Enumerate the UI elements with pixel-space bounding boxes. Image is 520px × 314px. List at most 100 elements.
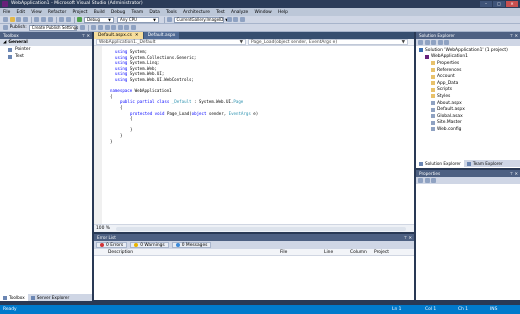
toolbox-icon[interactable] <box>239 17 245 22</box>
open-file-icon[interactable] <box>9 17 15 22</box>
outdent-icon[interactable] <box>111 25 117 30</box>
code-line[interactable]: namespace WebApplication1 <box>110 88 172 93</box>
code-line[interactable]: using System.Collections.Generic; <box>115 55 196 60</box>
save-icon[interactable] <box>16 17 22 22</box>
toolbox-item-text[interactable]: Text <box>0 53 92 60</box>
pin-icon[interactable]: ⊤ ✕ <box>510 171 519 176</box>
menu-test[interactable]: Test <box>216 10 225 15</box>
tree-item[interactable]: WebApplication1 <box>416 54 520 61</box>
toolbox-item-pointer[interactable]: Pointer <box>0 46 92 53</box>
undo-icon[interactable] <box>59 17 65 22</box>
config-dropdown[interactable]: Debug ▼ <box>83 16 114 23</box>
code-line[interactable]: using System.Web.UI.WebControls; <box>115 77 194 82</box>
indent-icon[interactable] <box>104 25 110 30</box>
paste-icon[interactable] <box>47 17 53 22</box>
pin-icon[interactable]: ⊤ ✕ <box>82 33 91 38</box>
column-column[interactable]: Column <box>350 250 367 255</box>
errors-filter-button[interactable]: 0 Errors <box>96 242 128 248</box>
close-icon[interactable]: ✕ <box>506 1 518 7</box>
code-line[interactable]: using System.Web; <box>115 66 157 71</box>
show-all-files-icon[interactable] <box>424 40 430 45</box>
code-line[interactable]: using System.Linq; <box>115 60 159 65</box>
publish-web-icon[interactable] <box>79 25 85 30</box>
tab-solution-explorer[interactable]: Solution Explorer <box>416 160 464 167</box>
maximize-icon[interactable]: □ <box>493 1 505 7</box>
pin-icon[interactable]: ⊤ ✕ <box>510 33 519 38</box>
menu-window[interactable]: Window <box>254 10 271 15</box>
menu-help[interactable]: Help <box>278 10 288 15</box>
minimize-icon[interactable]: – <box>480 1 492 7</box>
tree-item[interactable]: Styles <box>416 93 520 100</box>
bookmark-icon[interactable] <box>117 25 123 30</box>
column-file[interactable]: File <box>280 250 287 255</box>
code-line[interactable]: } <box>110 139 112 144</box>
tree-item[interactable]: App_Data <box>416 80 520 87</box>
code-line[interactable]: using System; <box>115 49 147 54</box>
view-code-icon[interactable] <box>437 40 443 45</box>
code-line[interactable]: using System.Web.UI; <box>115 71 164 76</box>
tree-item[interactable]: Web.config <box>416 126 520 133</box>
tree-item[interactable]: About.aspx <box>416 100 520 107</box>
code-line[interactable]: } <box>130 127 132 132</box>
menu-file[interactable]: File <box>3 10 10 15</box>
column-project[interactable]: Project <box>374 250 389 255</box>
platform-dropdown[interactable]: Any CPU ▼ <box>116 16 159 23</box>
warnings-filter-button[interactable]: 0 Warnings <box>130 242 169 248</box>
toolbox-group-general[interactable]: ◢ General <box>0 39 92 46</box>
tree-item[interactable]: Global.asax <box>416 113 520 120</box>
tree-item[interactable]: Account <box>416 73 520 80</box>
save-all-icon[interactable] <box>22 17 28 22</box>
refresh-icon[interactable] <box>431 40 437 45</box>
menu-build[interactable]: Build <box>94 10 105 15</box>
copy-icon[interactable] <box>40 17 46 22</box>
messages-filter-button[interactable]: 0 Messages <box>171 242 212 248</box>
menu-team[interactable]: Team <box>132 10 144 15</box>
view-designer-icon[interactable] <box>444 40 450 45</box>
tree-item[interactable]: Site.Master <box>416 120 520 127</box>
pin-icon[interactable]: ⊤ ✕ <box>404 235 413 240</box>
menu-project[interactable]: Project <box>72 10 87 15</box>
tree-item[interactable]: Default.aspx <box>416 106 520 113</box>
tab-default-aspx-cs[interactable]: Default.aspx.cs ✕ <box>94 32 143 39</box>
publish-icon[interactable] <box>3 25 8 30</box>
tab-server-explorer[interactable]: Server Explorer <box>28 294 73 301</box>
column-description[interactable]: Description <box>108 250 133 255</box>
categorized-icon[interactable] <box>418 178 423 183</box>
menu-data[interactable]: Data <box>149 10 159 15</box>
class-dropdown[interactable]: WebApplication1._Default ▼ <box>96 39 246 45</box>
property-pages-icon[interactable] <box>431 178 437 183</box>
publish-profile-dropdown[interactable]: Create Publish Settings▼ <box>28 24 83 31</box>
menu-architecture[interactable]: Architecture <box>183 10 210 15</box>
tab-team-explorer[interactable]: Team Explorer <box>464 160 506 167</box>
start-debugging-icon[interactable] <box>77 17 83 22</box>
properties-icon[interactable] <box>418 40 423 45</box>
tab-default-aspx[interactable]: Default.aspx <box>143 32 180 39</box>
comment-icon[interactable] <box>91 25 97 30</box>
menu-debug[interactable]: Debug <box>111 10 125 15</box>
menu-edit[interactable]: Edit <box>17 10 26 15</box>
tab-toolbox[interactable]: Toolbox <box>0 294 28 301</box>
code-line[interactable]: { <box>110 94 112 99</box>
code-line[interactable]: public partial class _Default : System.W… <box>120 99 243 104</box>
find-icon[interactable] <box>166 17 172 22</box>
new-project-icon[interactable] <box>3 17 8 22</box>
alphabetical-icon[interactable] <box>424 178 430 183</box>
tree-item[interactable]: Properties <box>416 60 520 67</box>
column-line[interactable]: Line <box>324 250 333 255</box>
menu-view[interactable]: View <box>31 10 41 15</box>
code-line[interactable]: protected void Page_Load(object sender, … <box>130 111 258 116</box>
code-area[interactable]: using System; using System.Collections.Ge… <box>94 46 414 224</box>
menu-analyze[interactable]: Analyze <box>231 10 248 15</box>
tree-item[interactable]: Solution 'WebApplication1' (1 project) <box>416 47 520 54</box>
properties-icon[interactable] <box>233 17 239 22</box>
code-line[interactable]: { <box>120 105 122 110</box>
menu-tools[interactable]: Tools <box>166 10 177 15</box>
menu-refactor[interactable]: Refactor <box>48 10 66 15</box>
zoom-level[interactable]: 100 % <box>96 226 110 231</box>
redo-icon[interactable] <box>65 17 71 22</box>
uncomment-icon[interactable] <box>97 25 103 30</box>
horizontal-scrollbar[interactable] <box>115 226 406 231</box>
prev-bookmark-icon[interactable] <box>124 25 130 30</box>
code-line[interactable]: } <box>120 133 122 138</box>
close-tab-icon[interactable]: ✕ <box>135 33 139 38</box>
